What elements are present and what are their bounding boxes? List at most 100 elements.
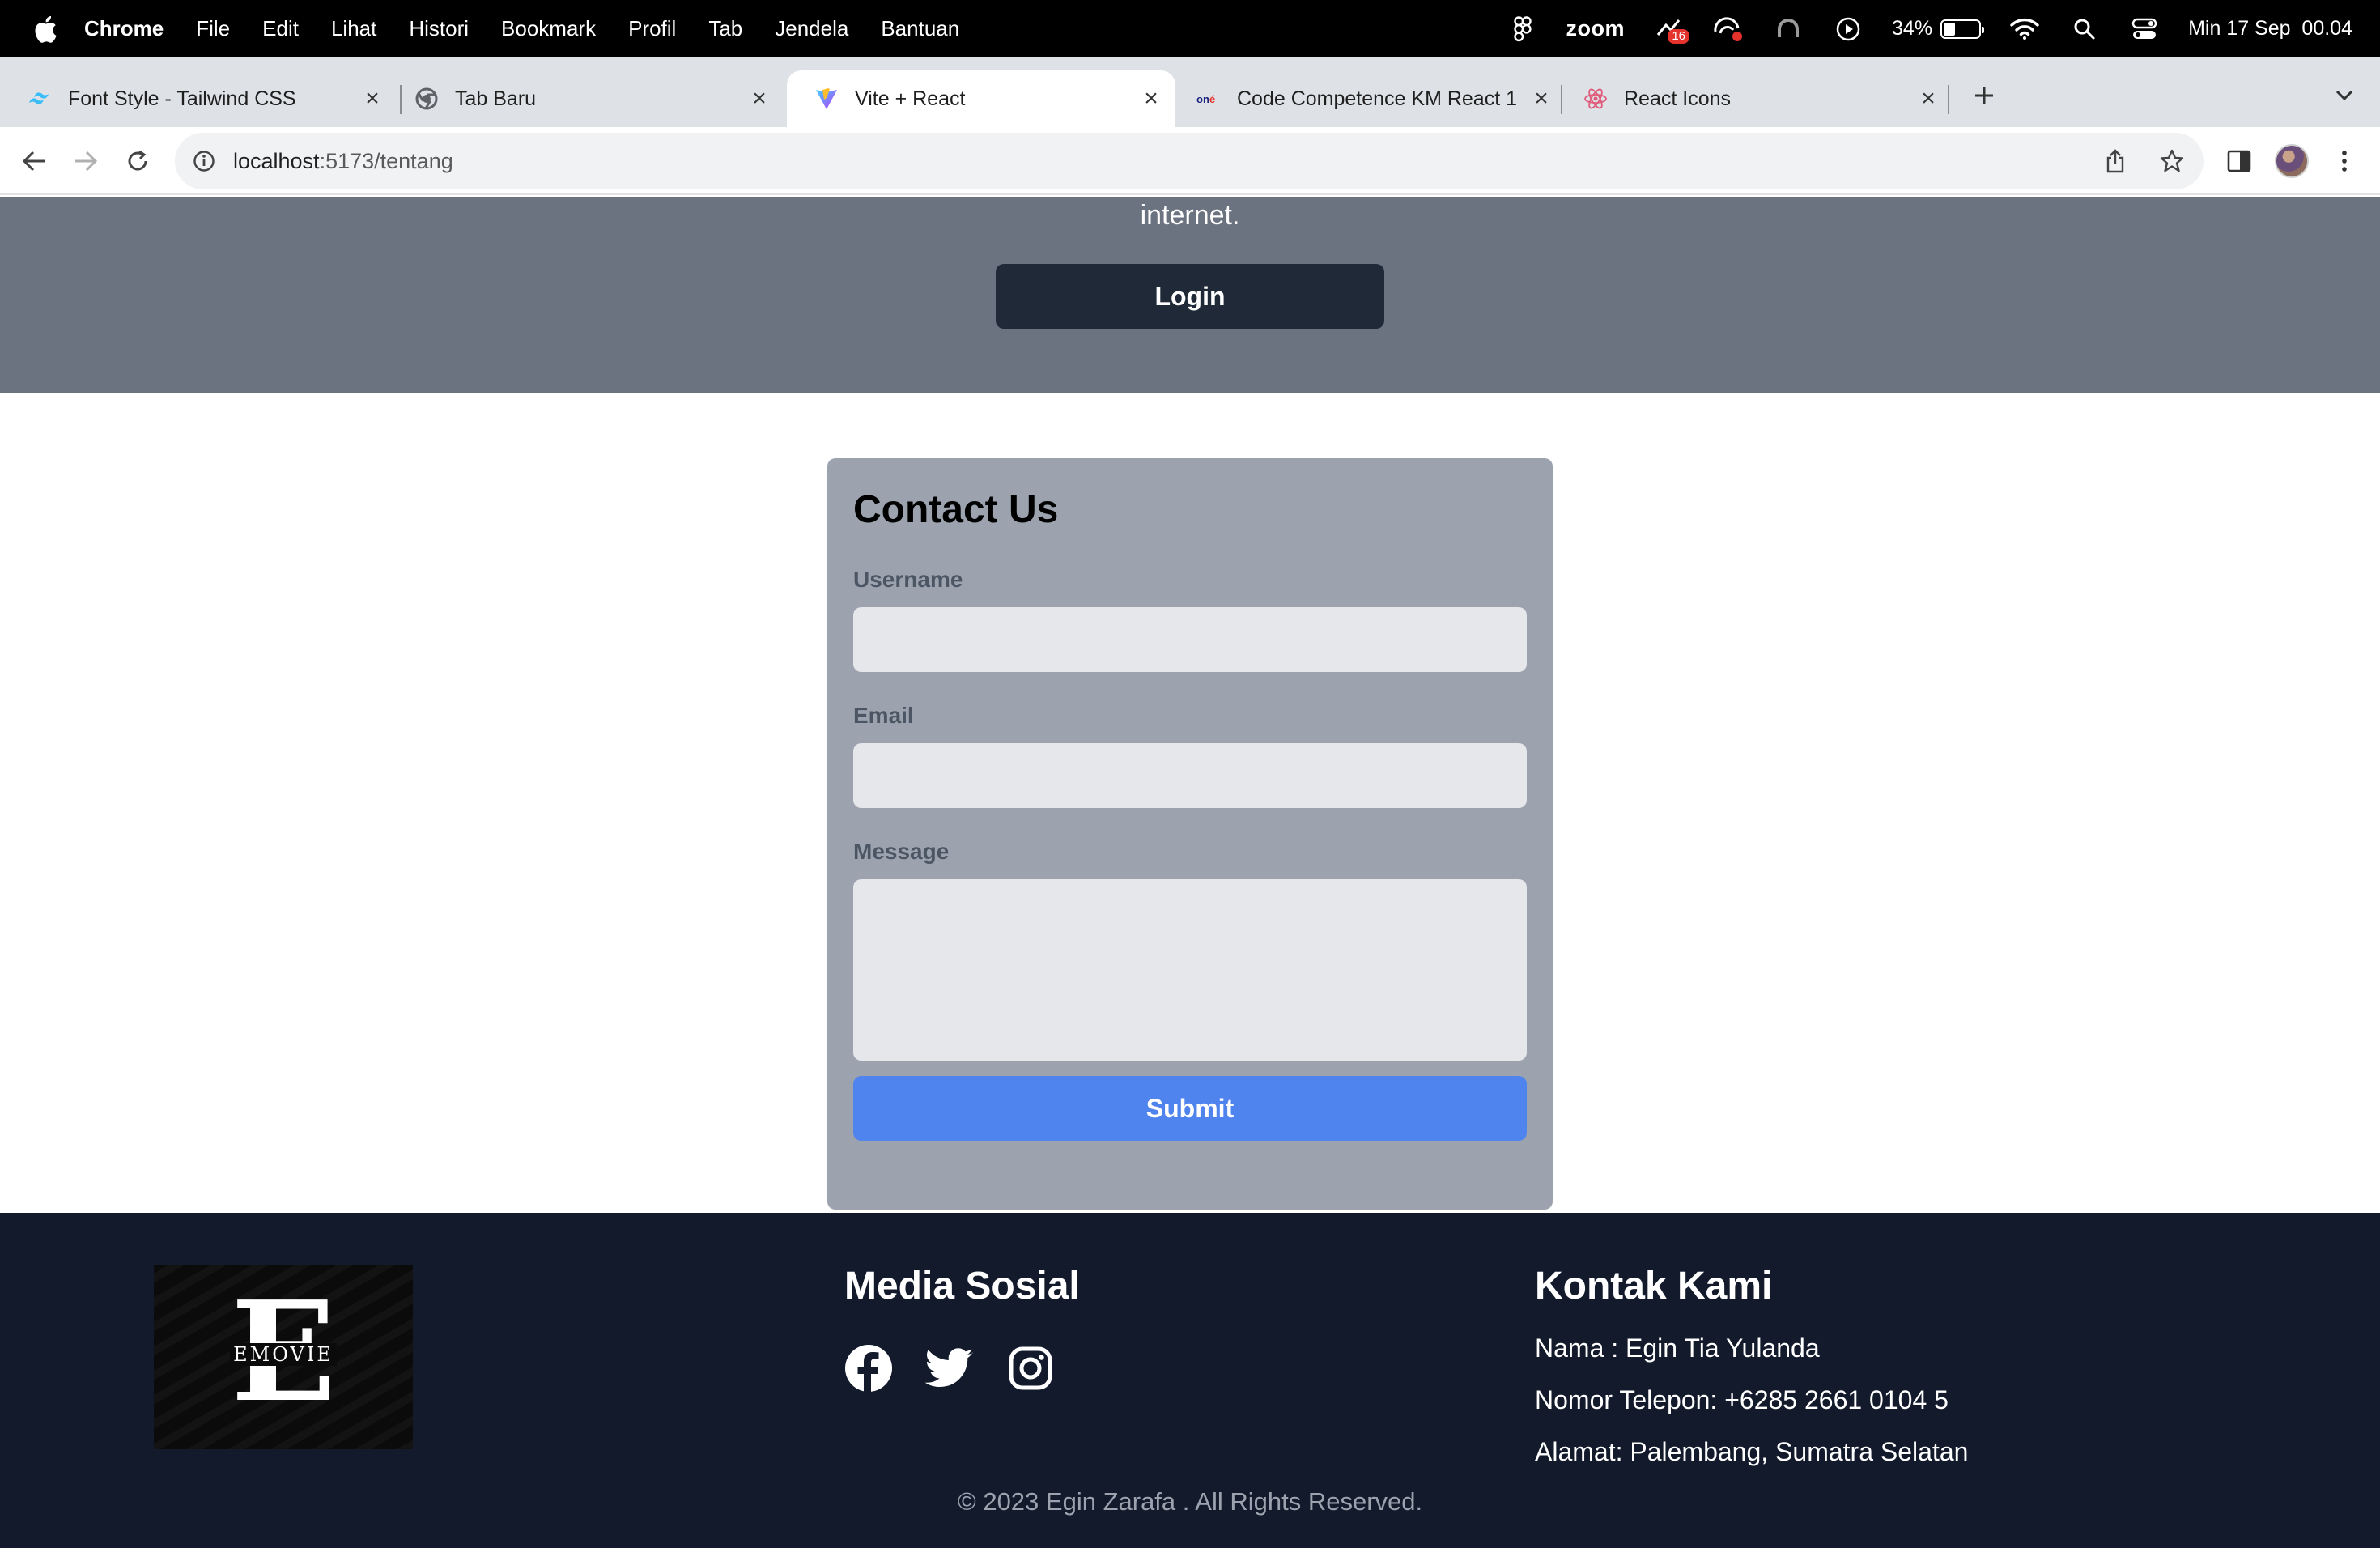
profile-avatar[interactable] xyxy=(2275,144,2309,178)
side-panel-icon xyxy=(2227,150,2251,172)
browser-toolbar: localhost:5173/tentang xyxy=(0,127,2380,195)
sync-icon[interactable] xyxy=(1712,13,1745,45)
tab-new-tab[interactable]: Tab Baru × xyxy=(387,70,784,127)
tab-vite-react[interactable]: Vite + React × xyxy=(787,70,1175,127)
side-panel-button[interactable] xyxy=(2216,138,2262,184)
username-input[interactable] xyxy=(853,607,1527,672)
tab-divider xyxy=(1948,85,1949,114)
forward-button[interactable] xyxy=(63,138,108,184)
zoom-status[interactable]: zoom xyxy=(1566,16,1626,41)
macos-menu-bar: Chrome File Edit Lihat Histori Bookmark … xyxy=(0,0,2380,57)
reload-button[interactable] xyxy=(115,138,160,184)
figma-icon[interactable] xyxy=(1507,13,1539,45)
share-icon[interactable] xyxy=(2095,141,2136,181)
svg-text:é: é xyxy=(1209,93,1215,105)
react-icon xyxy=(1583,87,1608,111)
tab-search-button[interactable] xyxy=(2328,77,2361,114)
arrow-right-icon xyxy=(75,151,98,172)
logo-text: EMOVIE xyxy=(230,1343,337,1366)
tab-title: React Icons xyxy=(1624,87,1732,110)
menu-history[interactable]: Histori xyxy=(409,16,469,41)
menu-edit[interactable]: Edit xyxy=(262,16,299,41)
contact-phone: Nomor Telepon: +6285 2661 0104 5 xyxy=(1535,1385,1949,1414)
wifi-icon[interactable] xyxy=(2008,13,2041,45)
copyright-text: © 2023 Egin Zarafa . All Rights Reserved… xyxy=(957,1487,1423,1516)
menu-bookmarks[interactable]: Bookmark xyxy=(501,16,596,41)
submit-button[interactable]: Submit xyxy=(853,1076,1527,1141)
url-path: :5173/tentang xyxy=(319,148,453,173)
svg-text:on: on xyxy=(1196,93,1209,105)
web-page: internet. Login Contact Us Username Emai… xyxy=(0,197,2380,1548)
tailwind-icon xyxy=(28,87,52,111)
tab-title: Vite + React xyxy=(855,87,966,110)
apple-icon[interactable] xyxy=(31,14,58,45)
instagram-icon[interactable] xyxy=(1006,1344,1055,1393)
social-heading: Media Sosial xyxy=(844,1265,1080,1308)
clock[interactable]: Min 17 Sep 00.04 xyxy=(2188,17,2352,40)
arrow-left-icon xyxy=(22,151,45,172)
menu-profiles[interactable]: Profil xyxy=(628,16,676,41)
url-text[interactable]: localhost:5173/tentang xyxy=(233,149,453,174)
contact-name: Nama : Egin Tia Yulanda xyxy=(1535,1333,1820,1363)
tab-title: Code Competence KM React 1 xyxy=(1237,87,1518,110)
reload-icon xyxy=(128,150,147,171)
status-area: zoom 16 34% Min 17 Sep 00.04 xyxy=(1507,0,2352,57)
contact-title: Contact Us xyxy=(853,488,1059,531)
contact-form-card: Contact Us Username Email Message Submit xyxy=(827,458,1553,1210)
one-icon: on é xyxy=(1196,87,1221,111)
close-tab-icon[interactable]: × xyxy=(1135,83,1167,115)
menu-view[interactable]: Lihat xyxy=(331,16,376,41)
chrome-icon xyxy=(414,87,439,111)
notification-badge: 16 xyxy=(1668,28,1690,44)
message-textarea[interactable] xyxy=(853,879,1527,1061)
menu-app-chrome[interactable]: Chrome xyxy=(84,16,164,41)
new-tab-button[interactable] xyxy=(1966,77,2003,114)
spotlight-search-icon[interactable] xyxy=(2068,13,2101,45)
chrome-menu-button[interactable] xyxy=(2322,138,2367,184)
contact-address: Alamat: Palembang, Sumatra Selatan xyxy=(1535,1437,1969,1466)
headphones-icon[interactable] xyxy=(1772,13,1804,45)
close-tab-icon[interactable]: × xyxy=(1525,83,1558,115)
email-input[interactable] xyxy=(853,743,1527,808)
vite-icon xyxy=(814,87,839,111)
close-tab-icon[interactable]: × xyxy=(356,83,389,115)
facebook-icon[interactable] xyxy=(844,1344,893,1393)
tab-title: Tab Baru xyxy=(455,87,537,110)
contact-heading: Kontak Kami xyxy=(1535,1265,1773,1308)
menu-tab[interactable]: Tab xyxy=(708,16,742,41)
plus-icon xyxy=(1975,87,1993,104)
site-info-icon[interactable] xyxy=(189,147,219,176)
username-label: Username xyxy=(853,567,963,592)
notification-app-icon[interactable]: 16 xyxy=(1652,13,1690,45)
battery-indicator[interactable]: 34% xyxy=(1892,17,1985,40)
url-host: localhost xyxy=(233,148,320,173)
address-bar[interactable]: localhost:5173/tentang xyxy=(175,133,2204,189)
menu-file[interactable]: File xyxy=(196,16,230,41)
back-button[interactable] xyxy=(11,138,57,184)
menu-help[interactable]: Bantuan xyxy=(881,16,959,41)
twitter-icon[interactable] xyxy=(925,1344,974,1393)
tab-react-icons[interactable]: React Icons × xyxy=(1556,70,1953,127)
control-center-icon[interactable] xyxy=(2128,13,2161,45)
menu-window[interactable]: Jendela xyxy=(775,16,848,41)
battery-percent: 34% xyxy=(1892,17,1933,40)
login-button[interactable]: Login xyxy=(996,264,1384,329)
browser-tab-strip: Font Style - Tailwind CSS × Tab Baru × V… xyxy=(0,57,2380,127)
close-tab-icon[interactable]: × xyxy=(1912,83,1944,115)
more-vertical-icon xyxy=(2342,151,2347,172)
battery-icon xyxy=(1940,19,1985,39)
email-label: Email xyxy=(853,703,914,728)
social-links xyxy=(844,1344,1055,1393)
emovie-logo: E EMOVIE xyxy=(154,1265,413,1449)
tab-title: Font Style - Tailwind CSS xyxy=(68,87,296,110)
play-icon[interactable] xyxy=(1832,13,1864,45)
message-label: Message xyxy=(853,839,950,864)
tab-code-competence[interactable]: on é Code Competence KM React 1 × xyxy=(1169,70,1566,127)
close-tab-icon[interactable]: × xyxy=(743,83,776,115)
bookmark-star-icon[interactable] xyxy=(2152,141,2192,181)
footer: E EMOVIE Media Sosial Kontak Kami Nama :… xyxy=(0,1213,2380,1548)
hero-section: internet. Login xyxy=(0,197,2380,393)
hero-text-tail: internet. xyxy=(1140,200,1240,231)
chevron-down-icon xyxy=(2335,90,2353,101)
tab-tailwind[interactable]: Font Style - Tailwind CSS × xyxy=(0,70,397,127)
